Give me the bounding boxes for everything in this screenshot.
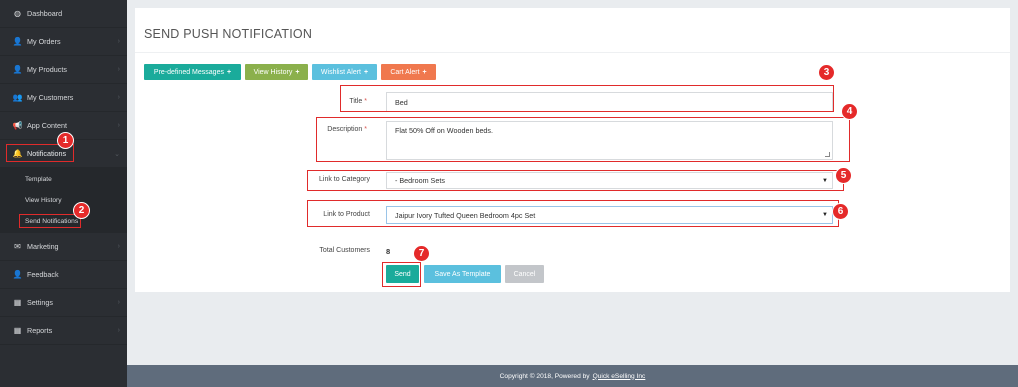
required-mark: * [364,98,367,105]
chevron-right-icon: › [117,66,120,73]
description-label: Description * [300,126,367,133]
sidebar-item-label: Settings [27,298,53,307]
chevron-down-icon: ⌄ [114,151,120,158]
sidebar-item-label: Notifications [27,149,67,158]
button-label: Pre-defined Messages [153,68,224,76]
annotation-badge-3: 3 [818,64,835,81]
button-label: Cart Alert [390,68,420,76]
category-select[interactable]: - Bedroom Sets ▼ [386,172,833,189]
chevron-right-icon: › [117,94,120,101]
chevron-right-icon: › [117,38,120,45]
sidebar-item-label: My Customers [27,93,74,102]
sidebar-item-label: My Products [27,65,67,74]
save-as-template-button[interactable]: Save As Template [424,265,501,283]
plus-icon: + [422,68,427,76]
cart-alert-button[interactable]: Cart Alert + [381,64,436,80]
category-label: Link to Category [319,176,370,183]
annotation-badge-4: 4 [841,103,858,120]
annotation-badge-7: 7 [413,245,430,262]
product-select[interactable]: Jaipur Ivory Tufted Queen Bedroom 4pc Se… [386,206,833,224]
user-icon: 👤 [12,65,23,74]
predefined-messages-button[interactable]: Pre-defined Messages + [144,64,241,80]
sidebar-item-label: App Content [27,121,67,130]
sidebar-item-label: My Orders [27,37,61,46]
button-label: View History [253,68,293,76]
label-text: Title [349,98,363,105]
sidebar-item-settings[interactable]: ▦ Settings › [0,289,127,317]
wishlist-alert-button[interactable]: Wishlist Alert + [312,64,377,80]
sidebar-item-label: Reports [27,326,53,335]
user-icon: 👤 [12,270,23,279]
caret-down-icon: ▼ [822,177,828,184]
total-customers-value: 8 [386,247,391,256]
users-icon: 👥 [12,93,23,102]
footer-text: Copyright © 2018, Powered by [499,372,590,380]
resize-handle-icon[interactable] [825,152,830,157]
category-value: - Bedroom Sets [395,176,445,185]
required-mark: * [364,126,367,133]
plus-icon: + [295,68,300,76]
description-textarea[interactable]: Flat 50% Off on Wooden beds. [386,121,833,160]
sidebar-item-my-customers[interactable]: 👥 My Customers › [0,84,127,112]
dashboard-icon: ◍ [14,9,21,18]
megaphone-icon: 📢 [12,121,23,130]
annotation-badge-6: 6 [832,203,849,220]
sidebar-subitem-send-notifications[interactable]: Send Notifications [0,211,127,231]
cancel-button[interactable]: Cancel [505,265,544,283]
total-customers-label: Total Customers [319,247,370,254]
sidebar-item-my-products[interactable]: 👤 My Products › [0,56,127,84]
annotation-badge-2: 2 [73,202,90,219]
title-value: Bed [395,97,408,107]
sidebar-subitem-view-history[interactable]: View History [0,190,127,210]
annotation-badge-1: 1 [57,132,74,149]
bell-icon: 🔔 [12,149,23,158]
user-icon: 👤 [12,37,23,46]
button-label: Wishlist Alert [320,68,361,76]
product-label: Link to Product [323,211,370,218]
description-value: Flat 50% Off on Wooden beds. [395,126,494,135]
sidebar-item-label: Marketing [27,242,59,251]
sidebar-item-reports[interactable]: ▦ Reports › [0,317,127,345]
main-panel: SEND PUSH NOTIFICATION Pre-defined Messa… [135,8,1010,292]
envelope-icon: ✉ [14,242,21,251]
title-input[interactable]: Bed [386,92,833,112]
caret-down-icon: ▼ [822,212,828,218]
sidebar-item-label: Dashboard [27,9,63,18]
label-text: Description [327,126,363,133]
sidebar-item-marketing[interactable]: ✉ Marketing › [0,233,127,261]
grid-icon: ▦ [13,298,22,307]
sidebar-item-label: Feedback [27,270,59,279]
plus-icon: + [363,68,369,76]
footer: Copyright © 2018, Powered by Quick eSell… [127,365,1018,387]
sidebar-item-feedback[interactable]: 👤 Feedback [0,261,127,289]
product-value: Jaipur Ivory Tufted Queen Bedroom 4pc Se… [395,210,536,220]
sidebar-item-my-orders[interactable]: 👤 My Orders › [0,28,127,56]
send-button[interactable]: Send [386,265,419,283]
sidebar-item-dashboard[interactable]: ◍ Dashboard [0,0,127,28]
chevron-right-icon: › [117,299,120,306]
divider [135,52,1010,53]
title-label: Title * [300,98,367,105]
sidebar-subitem-template[interactable]: Template [0,169,127,189]
footer-link[interactable]: Quick eSelling Inc [593,373,646,380]
annotation-badge-5: 5 [835,167,852,184]
chevron-right-icon: › [117,122,120,129]
page-title: SEND PUSH NOTIFICATION [144,27,313,41]
grid-icon: ▦ [13,326,22,335]
chevron-right-icon: › [117,243,120,250]
view-history-button[interactable]: View History + [245,64,308,80]
chevron-right-icon: › [117,327,120,334]
plus-icon: + [226,68,232,76]
sidebar: ◍ Dashboard 👤 My Orders › 👤 My Products … [0,0,127,387]
